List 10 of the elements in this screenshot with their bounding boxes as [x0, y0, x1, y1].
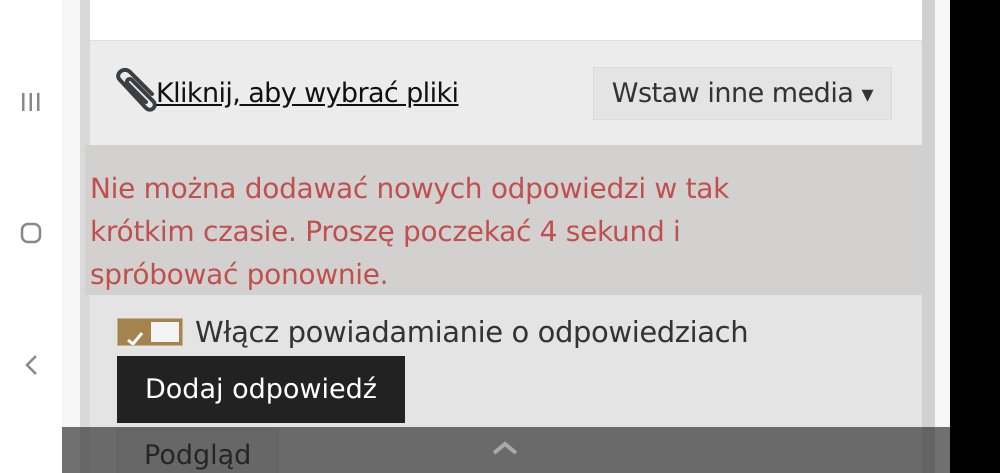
recent-apps-icon[interactable] [20, 92, 42, 112]
insert-media-button[interactable]: Wstaw inne media ▾ [592, 66, 892, 120]
chevron-up-icon[interactable] [492, 441, 518, 455]
error-message: Nie można dodawać nowych odpowiedzi w tak krótkim czasie. Proszę poczekać 4 sekund i spróbować ponownie. [85, 145, 922, 295]
back-icon[interactable] [24, 354, 38, 376]
notify-toggle[interactable] [117, 318, 183, 346]
toggle-label: Włącz powiadamianie o odpowiedziach [195, 315, 748, 349]
attach-files-link[interactable]: Kliknij, aby wybrać pliki [108, 66, 458, 120]
home-icon[interactable] [20, 222, 42, 244]
submit-button[interactable]: Dodaj odpowiedź [117, 356, 405, 423]
